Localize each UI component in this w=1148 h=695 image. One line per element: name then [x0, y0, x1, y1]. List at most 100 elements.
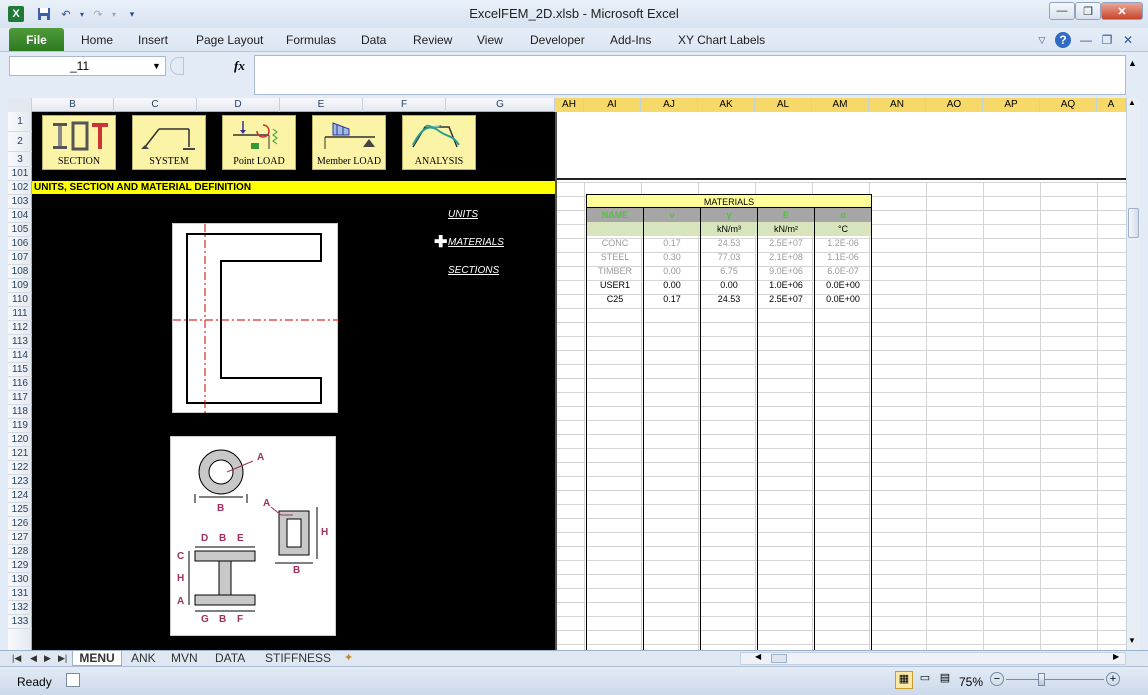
point-load-button[interactable]: Point LOAD [222, 115, 296, 170]
cell[interactable]: 77.03 [701, 250, 758, 264]
sheet-tab-menu[interactable]: MENU [72, 651, 122, 666]
material-row-user1[interactable]: USER1 0.00 0.00 1.0E+06 0.0E+00 [586, 278, 872, 292]
sections-link[interactable]: SECTIONS [448, 265, 499, 276]
cell[interactable]: USER1 [587, 278, 644, 292]
row-header[interactable]: 117 [8, 391, 32, 405]
tab-home[interactable]: Home [81, 33, 113, 47]
row-header[interactable]: 111 [8, 307, 32, 321]
row-header[interactable]: 116 [8, 377, 32, 391]
column-header-ak[interactable]: AK [698, 98, 755, 112]
row-header[interactable]: 109 [8, 279, 32, 293]
tab-xy-chart-labels[interactable]: XY Chart Labels [678, 33, 765, 47]
cell[interactable]: TIMBER [587, 264, 644, 278]
cell[interactable]: CONC [587, 236, 644, 250]
next-sheet-icon[interactable]: ▶ [44, 651, 51, 666]
tab-insert[interactable]: Insert [138, 33, 168, 47]
column-header-ah[interactable]: AH [555, 98, 584, 112]
sheet-tab-ank[interactable]: ANK [131, 651, 156, 666]
row-header[interactable]: 124 [8, 489, 32, 503]
row-header[interactable]: 114 [8, 349, 32, 363]
column-header-am[interactable]: AM [812, 98, 869, 112]
workbook-minimize-icon[interactable]: — [1078, 32, 1094, 48]
expand-formula-bar-icon[interactable]: ▲ [1128, 58, 1137, 68]
material-row-timber[interactable]: TIMBER 0.00 6.75 9.0E+06 6.0E-07 [586, 264, 872, 278]
row-header[interactable]: 118 [8, 405, 32, 419]
normal-view-icon[interactable]: ▦ [895, 671, 913, 689]
cell[interactable]: 0.17 [644, 292, 701, 306]
column-header-f[interactable]: F [363, 98, 446, 112]
row-header[interactable]: 105 [8, 223, 32, 237]
cell[interactable]: C25 [587, 292, 644, 306]
column-header-aq[interactable]: AQ [1040, 98, 1097, 112]
workbook-close-icon[interactable]: ✕ [1120, 32, 1136, 48]
cell[interactable]: 0.00 [644, 264, 701, 278]
system-button[interactable]: SYSTEM [132, 115, 206, 170]
zoom-out-icon[interactable]: − [990, 672, 1004, 686]
row-header[interactable]: 131 [8, 587, 32, 601]
zoom-slider-thumb[interactable] [1038, 673, 1045, 686]
member-load-button[interactable]: Member LOAD [312, 115, 386, 170]
horizontal-scroll-thumb[interactable] [771, 654, 787, 663]
restore-icon[interactable]: ❐ [1075, 2, 1101, 20]
cell[interactable]: 6.0E-07 [815, 264, 872, 278]
row-header[interactable]: 125 [8, 503, 32, 517]
cell[interactable]: 24.53 [701, 292, 758, 306]
material-row-c25[interactable]: C25 0.17 24.53 2.5E+07 0.0E+00 [586, 292, 872, 306]
tab-developer[interactable]: Developer [530, 33, 585, 47]
row-header[interactable]: 3 [8, 152, 32, 167]
page-break-view-icon[interactable]: ▤ [936, 671, 954, 689]
row-header[interactable]: 104 [8, 209, 32, 223]
help-icon[interactable]: ? [1055, 32, 1071, 48]
column-header-ar[interactable]: A [1097, 98, 1126, 112]
cell[interactable]: 0.00 [644, 278, 701, 292]
row-header[interactable]: 121 [8, 447, 32, 461]
row-header[interactable]: 122 [8, 461, 32, 475]
row-header[interactable]: 120 [8, 433, 32, 447]
row-header[interactable]: 133 [8, 615, 32, 629]
tab-data[interactable]: Data [361, 33, 386, 47]
row-header[interactable]: 129 [8, 559, 32, 573]
column-header-e[interactable]: E [280, 98, 363, 112]
cell[interactable]: 0.17 [644, 236, 701, 250]
cell[interactable]: 2.1E+08 [758, 250, 815, 264]
row-header[interactable]: 113 [8, 335, 32, 349]
material-row-steel[interactable]: STEEL 0.30 77.03 2.1E+08 1.1E-06 [586, 250, 872, 264]
row-header[interactable]: 127 [8, 531, 32, 545]
minimize-icon[interactable]: — [1049, 2, 1075, 20]
tab-page-layout[interactable]: Page Layout [196, 33, 263, 47]
sheet-tab-data[interactable]: DATA [215, 651, 245, 666]
vertical-scroll-thumb[interactable] [1128, 208, 1139, 238]
column-header-c[interactable]: C [114, 98, 197, 112]
row-header[interactable]: 126 [8, 517, 32, 531]
units-link[interactable]: UNITS [448, 209, 478, 220]
cell[interactable]: 9.0E+06 [758, 264, 815, 278]
column-header-b[interactable]: B [32, 98, 114, 112]
cell[interactable]: 1.1E-06 [815, 250, 872, 264]
name-box[interactable]: _11 [9, 56, 166, 76]
materials-link[interactable]: MATERIALS [448, 237, 504, 248]
column-header-an[interactable]: AN [869, 98, 926, 112]
cell[interactable]: 2.5E+07 [758, 292, 815, 306]
zoom-level[interactable]: 75% [959, 675, 983, 689]
scroll-up-icon[interactable]: ▲ [1128, 98, 1136, 107]
row-header[interactable]: 112 [8, 321, 32, 335]
tab-formulas[interactable]: Formulas [286, 33, 336, 47]
row-header[interactable]: 103 [8, 195, 32, 209]
cell[interactable]: 6.75 [701, 264, 758, 278]
page-layout-view-icon[interactable]: ▭ [916, 671, 934, 689]
column-header-ai[interactable]: AI [584, 98, 641, 112]
row-header[interactable]: 115 [8, 363, 32, 377]
row-header[interactable]: 123 [8, 475, 32, 489]
cell[interactable]: STEEL [587, 250, 644, 264]
row-header[interactable]: 107 [8, 251, 32, 265]
cell[interactable]: 0.00 [701, 278, 758, 292]
vertical-scrollbar[interactable]: ▲ ▼ [1126, 98, 1140, 650]
last-sheet-icon[interactable]: ▶| [58, 651, 67, 666]
name-box-dropdown-icon[interactable]: ▼ [152, 61, 161, 71]
formula-input[interactable] [254, 55, 1126, 95]
cell[interactable]: 1.0E+06 [758, 278, 815, 292]
workbook-restore-icon[interactable]: ❐ [1099, 32, 1115, 48]
scroll-down-icon[interactable]: ▼ [1128, 636, 1136, 645]
close-icon[interactable]: ✕ [1101, 2, 1143, 20]
row-header[interactable]: 108 [8, 265, 32, 279]
